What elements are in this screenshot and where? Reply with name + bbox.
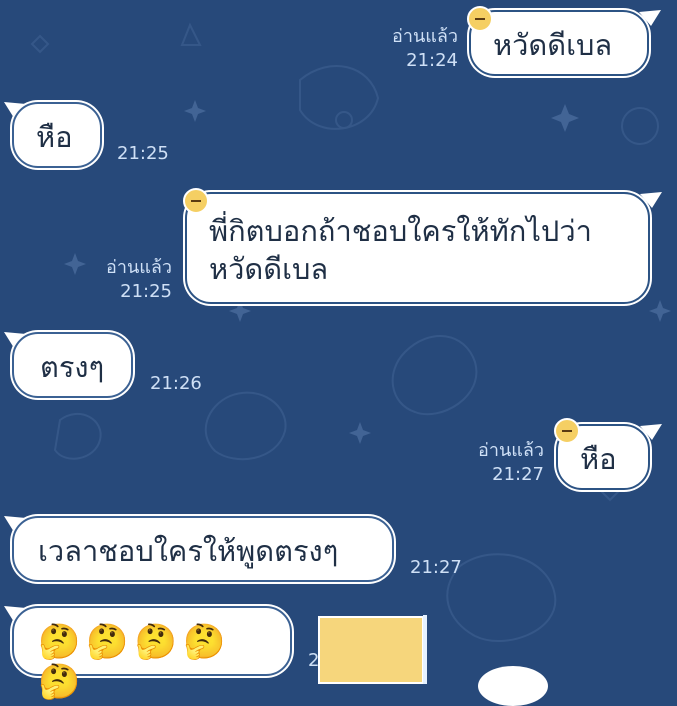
message-bubble-outgoing[interactable]: พี่กิตบอกถ้าชอบใครให้ทักไปว่า หวัดดีเบล: [185, 192, 650, 304]
message-text: หวัดดีเบล: [493, 28, 613, 62]
message-bubble-incoming[interactable]: 🤔 🤔 🤔 🤔🤔: [12, 606, 292, 702]
message-text: พี่กิตบอกถ้าชอบใครให้ทักไปว่า หวัดดีเบล: [209, 214, 592, 286]
read-receipt: อ่านแล้ว: [478, 440, 544, 461]
bubble-tail: [639, 10, 661, 26]
thinking-face-emoji: 🤔: [38, 622, 81, 662]
message-time: 21:27: [492, 464, 544, 485]
thinking-face-emoji: 🤔: [134, 622, 178, 662]
thinking-face-emoji: 🤔: [183, 622, 226, 662]
message-bubble-incoming[interactable]: เวลาชอบใครให้พูดตรงๆ: [12, 516, 394, 582]
message-bubble-incoming[interactable]: ตรงๆ: [12, 332, 133, 398]
message-text: เวลาชอบใครให้พูดตรงๆ: [38, 534, 339, 568]
sticker-icon[interactable]: [318, 616, 424, 684]
message-bubble-incoming[interactable]: หือ: [12, 102, 102, 168]
read-receipt: อ่านแล้ว: [392, 26, 458, 47]
message-time: 21:27: [410, 557, 462, 578]
message-time: 21:25: [117, 143, 169, 164]
sticker-pole: [423, 615, 427, 684]
bubble-tail: [640, 192, 662, 208]
sticker-avatar-icon: [478, 666, 548, 706]
message-text: ตรงๆ: [40, 350, 105, 384]
avatar-icon: [467, 6, 493, 32]
thinking-face-emoji: 🤔: [38, 662, 81, 702]
message-text: หือ: [36, 120, 73, 154]
message-bubble-outgoing[interactable]: หวัดดีเบล: [469, 10, 649, 76]
read-receipt: อ่านแล้ว: [106, 257, 172, 278]
avatar-icon: [554, 418, 580, 444]
message-time: 21:26: [150, 373, 202, 394]
message-text: หือ: [580, 442, 617, 476]
message-time: 21:24: [406, 50, 458, 71]
bubble-tail: [640, 424, 662, 440]
message-time: 21:25: [120, 281, 172, 302]
thinking-face-emoji: 🤔: [86, 622, 129, 662]
avatar-icon: [183, 188, 209, 214]
